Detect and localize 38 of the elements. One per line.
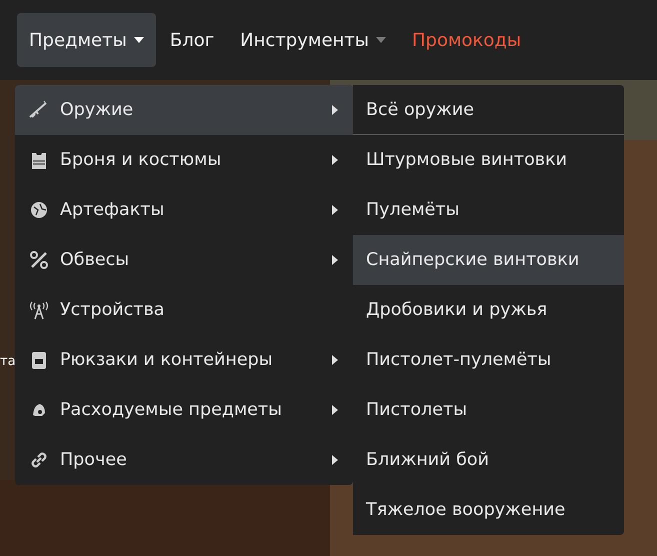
chevron-right-icon — [332, 105, 338, 115]
menu-label: Артефакты — [60, 200, 166, 220]
nav-link[interactable]: Предметы — [17, 13, 156, 67]
menu-label: Оружие — [60, 100, 134, 120]
nav-link[interactable]: Промокоды — [400, 13, 534, 67]
submenu-item[interactable]: Дробовики и ружья — [353, 285, 624, 335]
chevron-right-icon — [332, 405, 338, 415]
menu-label: Броня и костюмы — [60, 150, 222, 170]
submenu-item[interactable]: Пулемёты — [353, 185, 624, 235]
menu-label: Расходуемые предметы — [60, 400, 283, 420]
chevron-right-icon — [332, 155, 338, 165]
menu-item[interactable]: Рюкзаки и контейнеры — [15, 335, 353, 385]
submenu-item[interactable]: Пистолет-пулемёты — [353, 335, 624, 385]
submenu-item[interactable]: Снайперские винтовки — [353, 235, 624, 285]
menu-label: Устройства — [60, 300, 166, 320]
menu-item[interactable]: Устройства — [15, 285, 353, 335]
nav-link[interactable]: Инструменты — [228, 13, 398, 67]
chevron-right-icon — [332, 355, 338, 365]
chevron-right-icon — [332, 455, 338, 465]
menu-label: Рюкзаки и контейнеры — [60, 350, 274, 370]
menu-item[interactable]: Обвесы — [15, 235, 353, 285]
menu-item[interactable]: Расходуемые предметы — [15, 385, 353, 435]
caret-icon — [376, 37, 386, 43]
menu-item[interactable]: Оружие — [15, 85, 353, 135]
menu-label: Обвесы — [60, 250, 130, 270]
submenu-item[interactable]: Всё оружие — [353, 85, 624, 135]
menu-item[interactable]: Прочее — [15, 435, 353, 485]
submenu-item[interactable]: Пистолеты — [353, 385, 624, 435]
submenu-item[interactable]: Штурмовые винтовки — [353, 135, 624, 185]
submenu-item[interactable]: Ближний бой — [353, 435, 624, 485]
menu-item[interactable]: Броня и костюмы — [15, 135, 353, 185]
chevron-right-icon — [332, 255, 338, 265]
antenna-icon — [28, 299, 50, 321]
nav-link[interactable]: Блог — [158, 13, 226, 67]
menu-label: Прочее — [60, 450, 128, 470]
menu-item[interactable]: Артефакты — [15, 185, 353, 235]
chevron-right-icon — [332, 205, 338, 215]
caret-icon — [134, 37, 144, 43]
